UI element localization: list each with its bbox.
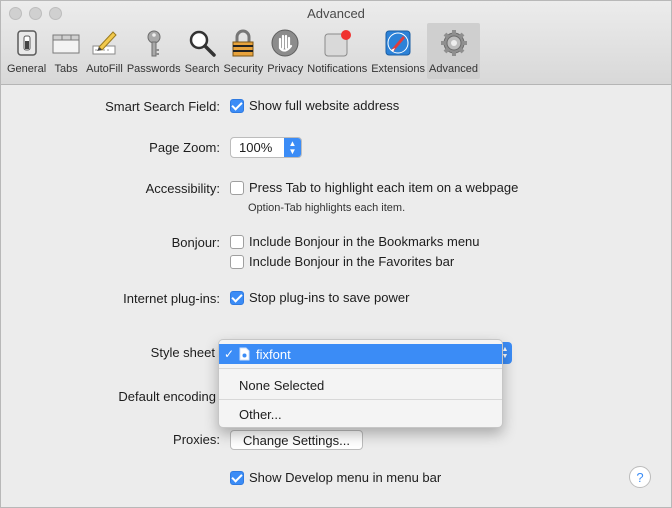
notification-badge-icon [321, 27, 353, 59]
tab-notifications[interactable]: Notifications [305, 23, 369, 79]
document-icon [239, 347, 250, 361]
plugins-checkbox-row[interactable]: Stop plug-ins to save power [230, 290, 409, 305]
smart-search-checkbox-row[interactable]: Show full website address [230, 98, 399, 113]
accessibility-checkbox[interactable] [230, 180, 244, 195]
accessibility-checkbox-row[interactable]: Press Tab to highlight each item on a we… [230, 180, 518, 195]
checkmark-icon: ✓ [223, 347, 235, 361]
style-sheet-dropdown-menu: ✓ fixfont None Selected Other... [218, 339, 503, 428]
tab-security-label: Security [223, 63, 264, 75]
tab-passwords-label: Passwords [126, 63, 181, 75]
develop-option-label: Show Develop menu in menu bar [249, 470, 442, 485]
tab-privacy[interactable]: Privacy [265, 23, 305, 79]
gear-icon [438, 27, 470, 59]
page-zoom-value: 100% [239, 140, 273, 155]
style-menu-item-selected[interactable]: ✓ fixfont [219, 344, 502, 364]
plugins-option-label: Stop plug-ins to save power [249, 290, 410, 305]
tab-passwords[interactable]: Passwords [125, 23, 183, 79]
general-switch-icon [11, 27, 43, 59]
tab-search-label: Search [184, 63, 220, 75]
plugins-label: Internet plug-ins: [123, 291, 220, 306]
padlock-icon [227, 27, 259, 59]
smart-search-checkbox[interactable] [230, 98, 244, 113]
help-button[interactable]: ? [629, 466, 651, 488]
tab-notifications-label: Notifications [307, 63, 368, 75]
bonjour-favorites-row[interactable]: Include Bonjour in the Favorites bar [230, 254, 454, 269]
preferences-toolbar: General Tabs AutoFill Passwords Search S… [5, 23, 480, 79]
bonjour-favorites-checkbox[interactable] [230, 254, 244, 269]
develop-checkbox-row[interactable]: Show Develop menu in menu bar [230, 470, 441, 485]
bonjour-bookmarks-row[interactable]: Include Bonjour in the Bookmarks menu [230, 234, 480, 249]
bonjour-bookmarks-label: Include Bonjour in the Bookmarks menu [249, 234, 480, 249]
bonjour-label: Bonjour: [171, 235, 220, 250]
style-menu-item-none[interactable]: None Selected [219, 375, 502, 395]
window-title: Advanced [307, 6, 365, 21]
bonjour-favorites-label: Include Bonjour in the Favorites bar [249, 254, 455, 269]
default-encoding-label: Default encoding [118, 389, 216, 404]
change-settings-button[interactable]: Change Settings... [230, 430, 363, 450]
proxies-button-row: Change Settings... [230, 430, 363, 450]
tab-general[interactable]: General [5, 23, 48, 79]
develop-checkbox[interactable] [230, 470, 244, 485]
tab-general-label: General [7, 63, 47, 75]
tab-privacy-label: Privacy [267, 63, 304, 75]
bonjour-bookmarks-checkbox[interactable] [230, 234, 244, 249]
style-menu-item-other[interactable]: Other... [219, 404, 502, 424]
tab-advanced[interactable]: Advanced [427, 23, 480, 79]
style-menu-item-other-label: Other... [239, 406, 282, 422]
style-menu-selected-label: fixfont [256, 346, 291, 362]
puzzle-icon [382, 27, 414, 59]
accessibility-label: Accessibility: [145, 181, 220, 196]
page-zoom-popup[interactable]: 100% ▲ ▼ [230, 137, 302, 158]
proxies-label: Proxies: [173, 432, 220, 447]
accessibility-option-label: Press Tab to highlight each item on a we… [249, 180, 519, 195]
tab-autofill[interactable]: AutoFill [84, 23, 125, 79]
accessibility-hint: Option-Tab highlights each item. [248, 202, 406, 214]
page-zoom-popup-row: 100% ▲ ▼ [230, 137, 302, 158]
tab-tabs-label: Tabs [54, 63, 78, 75]
autofill-pencil-icon [88, 27, 120, 59]
smart-search-label: Smart Search Field: [105, 99, 220, 114]
tab-search[interactable]: Search [183, 23, 222, 79]
plugins-checkbox[interactable] [230, 290, 244, 305]
tab-tabs[interactable]: Tabs [48, 23, 84, 79]
tab-autofill-label: AutoFill [86, 63, 123, 75]
style-sheet-label: Style sheet [150, 345, 215, 360]
tab-extensions[interactable]: Extensions [369, 23, 427, 79]
key-icon [138, 27, 170, 59]
tabs-icon [50, 27, 82, 59]
hand-icon [269, 27, 301, 59]
style-menu-item-none-label: None Selected [239, 377, 325, 393]
tab-extensions-label: Extensions [371, 63, 426, 75]
tab-advanced-label: Advanced [429, 63, 478, 75]
popup-stepper-icon: ▲ ▼ [284, 138, 301, 157]
page-zoom-label: Page Zoom: [149, 140, 220, 155]
menu-separator [219, 399, 502, 400]
preferences-window: Advanced General Tabs AutoFill Passwords… [0, 0, 672, 508]
magnifier-icon [186, 27, 218, 59]
title-bar: Advanced General Tabs AutoFill Passwords… [1, 1, 671, 85]
tab-security[interactable]: Security [221, 23, 265, 79]
smart-search-option-label: Show full website address [249, 98, 400, 113]
menu-separator [219, 368, 502, 369]
